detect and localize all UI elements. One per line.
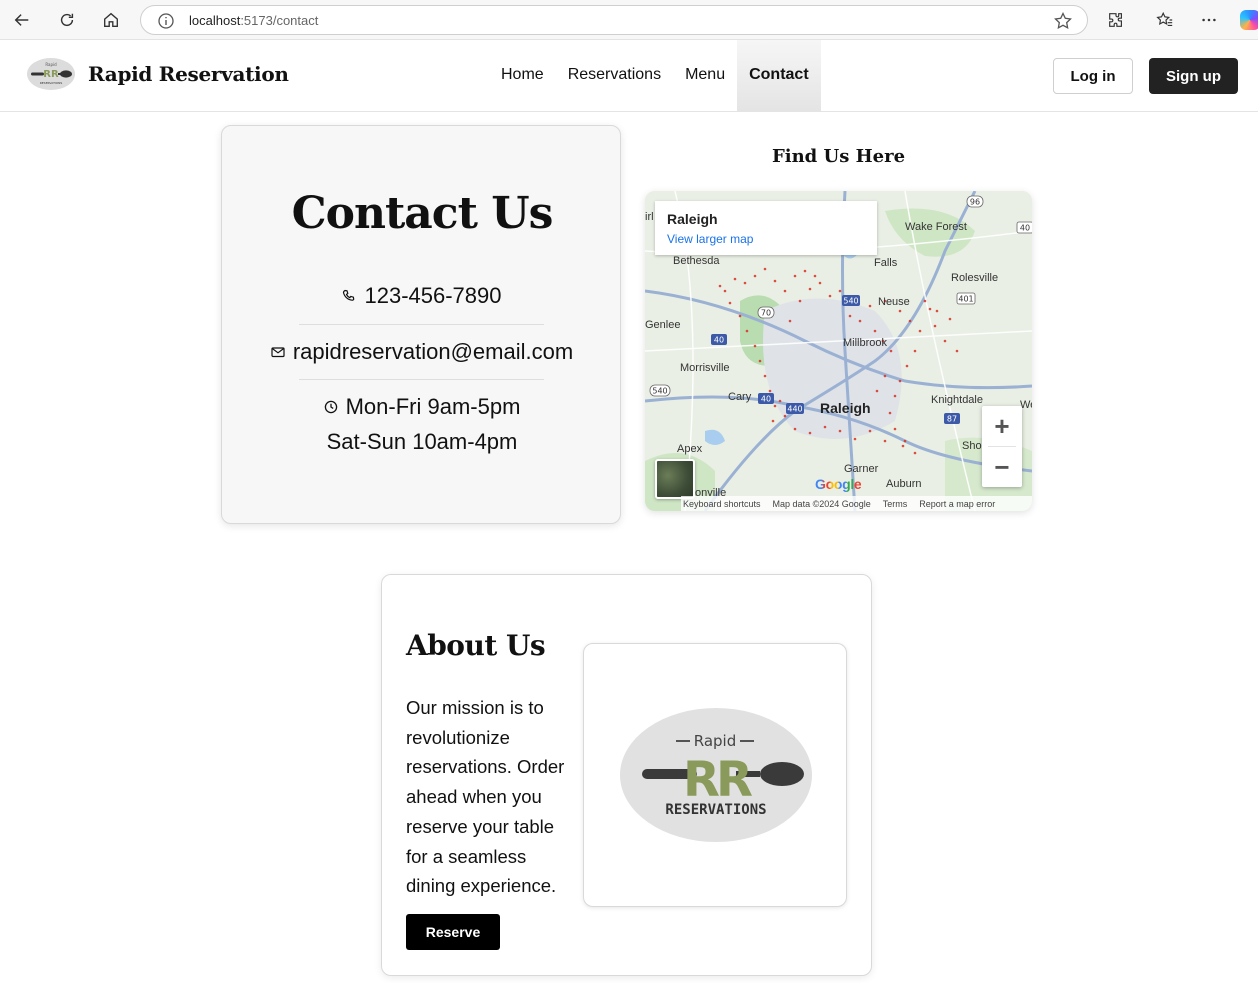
email-address: rapidreservation@email.com xyxy=(292,339,574,364)
about-logo-box: RR Rapid RESERVATIONS xyxy=(583,643,847,907)
svg-text:40: 40 xyxy=(1020,224,1030,233)
favorites-icon[interactable] xyxy=(1154,9,1176,31)
google-logo: Google xyxy=(815,476,862,492)
svg-text:96: 96 xyxy=(970,198,980,207)
map-label: Auburn xyxy=(886,478,922,490)
home-icon[interactable] xyxy=(99,8,123,32)
embedded-map[interactable]: 96 40 540 70 401 40 540 40 440 87 Wake F… xyxy=(645,191,1032,511)
address-bar[interactable]: localhost:5173/contact xyxy=(140,5,1088,35)
hours-weekend: Sat-Sun 10am-4pm xyxy=(326,429,518,454)
svg-text:70: 70 xyxy=(761,309,771,318)
copilot-icon[interactable] xyxy=(1240,10,1258,30)
svg-text:RR: RR xyxy=(683,752,752,808)
report-map-error-link[interactable]: Report a map error xyxy=(919,499,995,509)
nav-contact[interactable]: Contact xyxy=(737,40,821,111)
contact-card: Contact Us 123-456-7890 rapidreservation… xyxy=(221,125,621,524)
svg-text:540: 540 xyxy=(843,297,858,306)
hours-weekday: Mon-Fri 9am-5pm xyxy=(345,394,521,419)
svg-text:40: 40 xyxy=(714,336,724,345)
map-label: Morrisville xyxy=(680,362,730,374)
map-label: Knightdale xyxy=(931,394,983,406)
hours-weekend-row: Sat-Sun 10am-4pm xyxy=(222,429,622,455)
more-options-icon[interactable] xyxy=(1198,9,1220,31)
map-attribution: Keyboard shortcuts Map data ©2024 Google… xyxy=(681,496,1032,511)
svg-text:440: 440 xyxy=(787,405,802,414)
phone-icon xyxy=(343,289,355,301)
url-text: localhost:5173/contact xyxy=(189,13,319,28)
brand[interactable]: RR Rapid RESERVATIONS Rapid Reservation xyxy=(26,56,289,92)
map-label: Millbrook xyxy=(843,337,888,349)
svg-text:Rapid: Rapid xyxy=(694,732,737,750)
main-nav: Home Reservations Menu Contact xyxy=(489,40,821,111)
brand-logo: RR Rapid RESERVATIONS xyxy=(27,58,75,90)
satellite-toggle[interactable] xyxy=(655,459,695,499)
nav-menu[interactable]: Menu xyxy=(673,40,737,111)
keyboard-shortcuts-link[interactable]: Keyboard shortcuts xyxy=(683,499,761,509)
map-label: Apex xyxy=(677,443,703,455)
map-label: Wake Forest xyxy=(905,221,967,233)
brand-name: Rapid Reservation xyxy=(88,62,289,86)
svg-text:87: 87 xyxy=(947,415,957,424)
map-label: irl xyxy=(645,211,654,223)
map-place-card: Raleigh View larger map xyxy=(655,201,877,255)
mail-icon xyxy=(271,347,285,358)
extensions-icon[interactable] xyxy=(1105,9,1127,31)
hours-row: Mon-Fri 9am-5pm xyxy=(222,394,622,420)
login-button[interactable]: Log in xyxy=(1053,58,1133,94)
svg-text:RESERVATIONS: RESERVATIONS xyxy=(665,802,766,818)
map-label: Raleigh xyxy=(820,400,871,416)
phone-row: 123-456-7890 xyxy=(222,283,622,309)
about-title: About Us xyxy=(406,629,546,662)
back-icon[interactable] xyxy=(10,8,34,32)
map-label: Neuse xyxy=(878,296,910,308)
map-place-name: Raleigh xyxy=(667,211,718,227)
svg-text:Rapid: Rapid xyxy=(45,62,57,67)
email-row: rapidreservation@email.com xyxy=(222,339,622,365)
zoom-controls: + − xyxy=(982,406,1022,487)
nav-reservations[interactable]: Reservations xyxy=(556,40,673,111)
zoom-in-button[interactable]: + xyxy=(982,406,1022,446)
site-header: RR Rapid RESERVATIONS Rapid Reservation … xyxy=(0,40,1258,112)
signup-button[interactable]: Sign up xyxy=(1149,58,1238,94)
view-larger-map-link[interactable]: View larger map xyxy=(667,232,753,246)
svg-text:40: 40 xyxy=(761,395,771,404)
map-label: Cary xyxy=(728,391,752,403)
favorite-star-icon[interactable] xyxy=(1053,11,1073,31)
about-card: About Us Our mission is to revolutionize… xyxy=(381,574,872,976)
svg-text:540: 540 xyxy=(652,387,667,396)
terms-link[interactable]: Terms xyxy=(883,499,908,509)
svg-text:401: 401 xyxy=(958,295,973,304)
contact-title: Contact Us xyxy=(291,188,554,239)
map-label: Rolesville xyxy=(951,272,999,284)
nav-home[interactable]: Home xyxy=(489,40,556,111)
svg-text:RESERVATIONS: RESERVATIONS xyxy=(40,81,63,85)
map-title: Find Us Here xyxy=(771,146,906,167)
phone-number: 123-456-7890 xyxy=(364,283,502,308)
reserve-button[interactable]: Reserve xyxy=(406,914,500,950)
clock-icon xyxy=(324,400,337,414)
divider xyxy=(299,324,544,325)
map-label: Bethesda xyxy=(673,255,720,267)
map-data-text: Map data ©2024 Google xyxy=(772,498,871,509)
site-info-icon[interactable] xyxy=(157,12,175,30)
map-label: Falls xyxy=(874,257,898,269)
divider xyxy=(299,379,544,380)
zoom-out-button[interactable]: − xyxy=(982,447,1022,487)
map-label: Garner xyxy=(844,463,879,475)
map-label: Genlee xyxy=(645,319,681,331)
reload-icon[interactable] xyxy=(55,8,79,32)
map-label: Sho xyxy=(962,440,982,452)
svg-text:RR: RR xyxy=(43,69,59,80)
about-text: Our mission is to revolutionize reservat… xyxy=(406,697,565,897)
browser-toolbar: localhost:5173/contact xyxy=(0,0,1258,40)
rapid-reservations-logo: RR Rapid RESERVATIONS xyxy=(620,708,812,842)
